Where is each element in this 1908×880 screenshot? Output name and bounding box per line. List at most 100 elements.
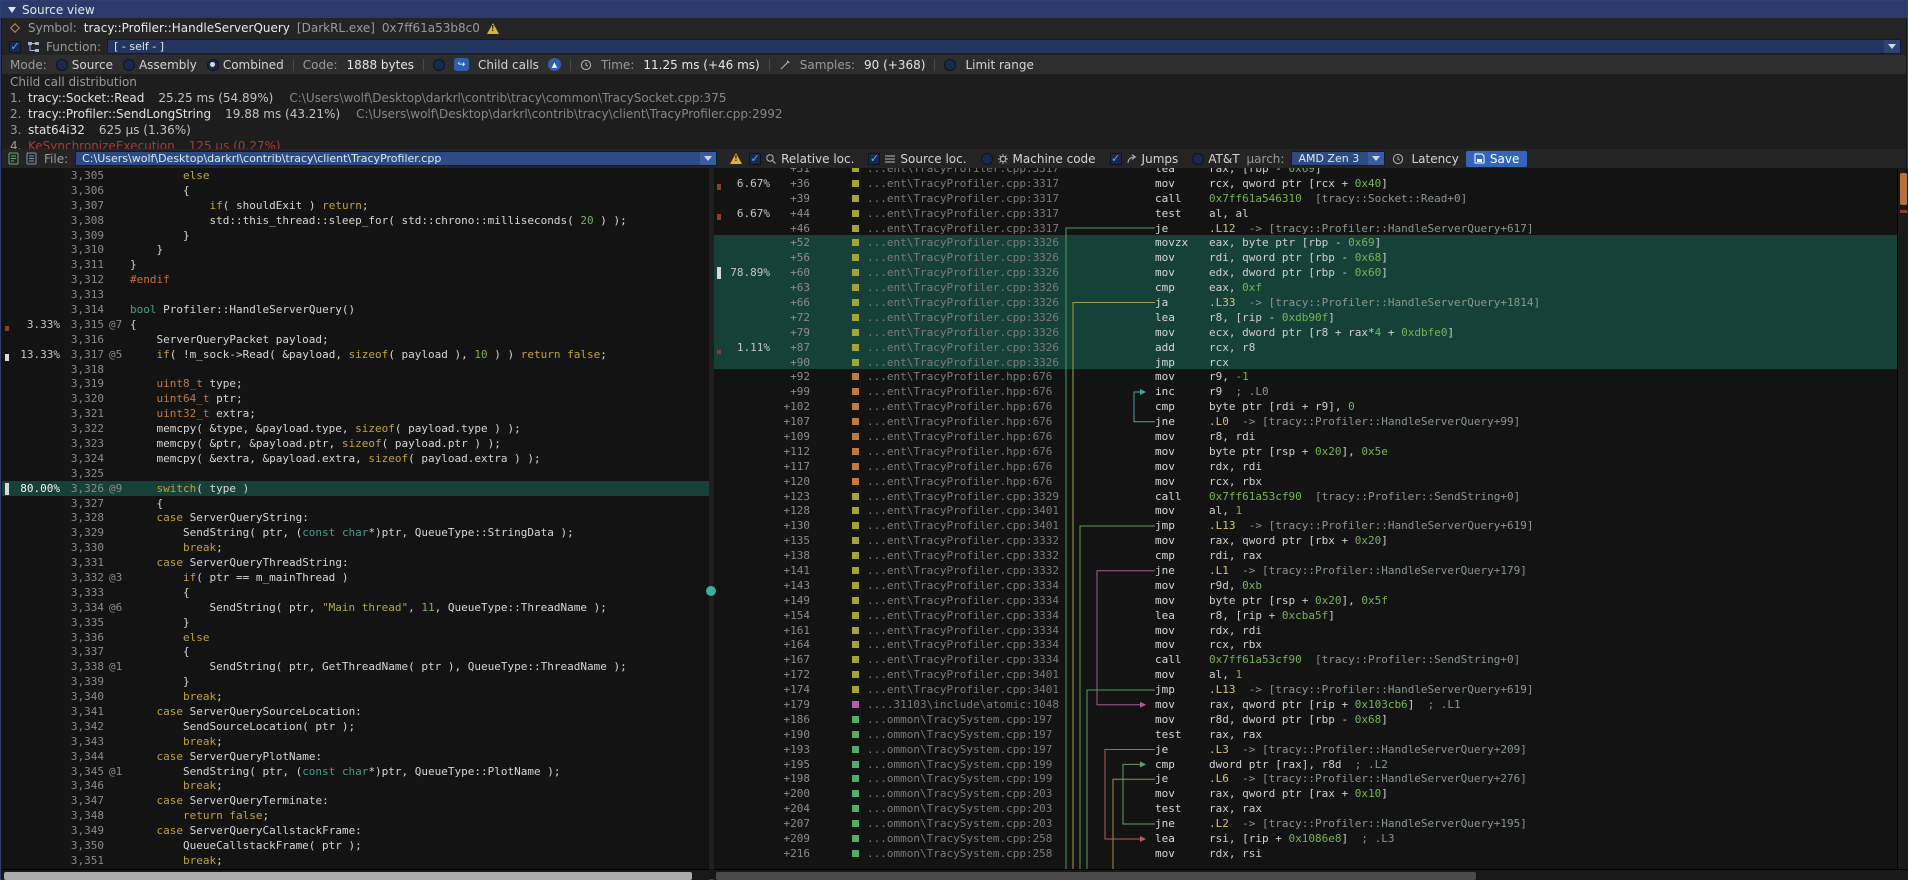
line-number[interactable]: 3,324 — [60, 452, 104, 465]
source-line[interactable]: 3,327 { — [2, 496, 709, 511]
source-line[interactable]: 3,333 { — [2, 585, 709, 600]
asm-offset[interactable]: +167 — [770, 653, 810, 666]
mode-option-source[interactable]: Source — [56, 58, 113, 72]
asm-source-location[interactable]: ...ent\TracyProfiler.cpp:3326 — [867, 356, 1063, 369]
asm-source-location[interactable]: ...ommon\TracySystem.cpp:197 — [867, 728, 1063, 741]
line-number[interactable]: 3,340 — [60, 690, 104, 703]
line-number[interactable]: 3,330 — [60, 541, 104, 554]
asm-row[interactable]: +195...ommon\TracySystem.cpp:199cmpdword… — [714, 757, 1897, 772]
asm-source-location[interactable]: ...ommon\TracySystem.cpp:258 — [867, 832, 1063, 845]
asm-source-location[interactable]: ...ent\TracyProfiler.hpp:676 — [867, 430, 1063, 443]
mode-option-combined[interactable]: Combined — [207, 58, 284, 72]
line-number[interactable]: 3,307 — [60, 199, 104, 212]
source-line[interactable]: 3,347 case ServerQueryTerminate: — [2, 793, 709, 808]
asm-row[interactable]: +99...ent\TracyProfiler.hpp:676incr9 ; .… — [714, 384, 1897, 399]
source-line[interactable]: 3,338@1 SendString( ptr, GetThreadName( … — [2, 659, 709, 674]
source-line[interactable]: 3,351 break; — [2, 853, 709, 868]
asm-source-location[interactable]: ...ent\TracyProfiler.cpp:3401 — [867, 519, 1063, 532]
asm-row[interactable]: +164...ent\TracyProfiler.cpp:3334movrcx,… — [714, 638, 1897, 653]
asm-row[interactable]: +128...ent\TracyProfiler.cpp:3401moval, … — [714, 503, 1897, 518]
radio-icon[interactable] — [56, 59, 68, 71]
asm-offset[interactable]: +186 — [770, 713, 810, 726]
line-number[interactable]: 3,350 — [60, 839, 104, 852]
source-line[interactable]: 3,328 case ServerQueryString: — [2, 510, 709, 525]
asm-offset[interactable]: +117 — [770, 460, 810, 473]
asm-offset[interactable]: +102 — [770, 400, 810, 413]
collapse-icon[interactable] — [8, 7, 16, 13]
asm-source-location[interactable]: ...ommon\TracySystem.cpp:197 — [867, 743, 1063, 756]
asm-row[interactable]: +204...ommon\TracySystem.cpp:203testrax,… — [714, 801, 1897, 816]
asm-offset[interactable]: +120 — [770, 475, 810, 488]
radio-icon[interactable] — [123, 59, 135, 71]
asm-offset[interactable]: +44 — [770, 207, 810, 220]
line-number[interactable]: 3,344 — [60, 750, 104, 763]
line-number[interactable]: 3,342 — [60, 720, 104, 733]
source-line[interactable]: 3,306 { — [2, 183, 709, 198]
source-line[interactable]: 3,337 { — [2, 645, 709, 660]
asm-source-location[interactable]: ...ent\TracyProfiler.cpp:3334 — [867, 653, 1063, 666]
asm-offset[interactable]: +190 — [770, 728, 810, 741]
asm-row[interactable]: +198...ommon\TracySystem.cpp:199je.L6 ->… — [714, 772, 1897, 787]
asm-source-location[interactable]: ...ent\TracyProfiler.cpp:3329 — [867, 490, 1063, 503]
line-number[interactable]: 3,310 — [60, 243, 104, 256]
asm-source-location[interactable]: ...ent\TracyProfiler.cpp:3401 — [867, 504, 1063, 517]
scrollbar-thumb[interactable] — [1900, 173, 1907, 205]
asm-offset[interactable]: +123 — [770, 490, 810, 503]
chevron-down-icon[interactable] — [700, 152, 716, 165]
asm-source-location[interactable]: ...ommon\TracySystem.cpp:203 — [867, 787, 1063, 800]
asm-offset[interactable]: +87 — [770, 341, 810, 354]
source-line[interactable]: 3,309 } — [2, 228, 709, 243]
line-number[interactable]: 3,314 — [60, 303, 104, 316]
asm-offset[interactable]: +90 — [770, 356, 810, 369]
asm-offset[interactable]: +109 — [770, 430, 810, 443]
asm-row[interactable]: +143...ent\TracyProfiler.cpp:3334movr9d,… — [714, 578, 1897, 593]
asm-row[interactable]: 6.67%+36...ent\TracyProfiler.cpp:3317mov… — [714, 176, 1897, 191]
child-calls-label[interactable]: Child calls — [478, 58, 539, 72]
asm-source-location[interactable]: ...ommon\TracySystem.cpp:203 — [867, 802, 1063, 815]
checkbox-icon[interactable] — [981, 153, 993, 165]
asm-offset[interactable]: +52 — [770, 236, 810, 249]
asm-offset[interactable]: +174 — [770, 683, 810, 696]
source-pane[interactable]: 3,305 else3,306 {3,307 if( shouldExit ) … — [2, 168, 709, 869]
child-call-item[interactable]: 3.stat64i32625 μs (1.36%) — [2, 122, 1906, 138]
asm-source-location[interactable]: ...ent\TracyProfiler.cpp:3317 — [867, 192, 1063, 205]
asm-row[interactable]: +141...ent\TracyProfiler.cpp:3332jne.L1 … — [714, 563, 1897, 578]
function-combo[interactable]: [ - self - ] — [107, 39, 1901, 54]
asm-row[interactable]: 1.11%+87...ent\TracyProfiler.cpp:3326add… — [714, 340, 1897, 355]
source-line[interactable]: 3,322 memcpy( &type, &payload.type, size… — [2, 421, 709, 436]
source-file-icon[interactable] — [8, 152, 19, 165]
asm-source-location[interactable]: ...ommon\TracySystem.cpp:199 — [867, 758, 1063, 771]
asm-source-location[interactable]: ...ent\TracyProfiler.cpp:3334 — [867, 609, 1063, 622]
line-number[interactable]: 3,343 — [60, 735, 104, 748]
asm-offset[interactable]: +128 — [770, 504, 810, 517]
line-number[interactable]: 3,309 — [60, 229, 104, 242]
asm-offset[interactable]: +39 — [770, 192, 810, 205]
asm-offset[interactable]: +31 — [770, 168, 810, 175]
checkbox-icon[interactable] — [749, 153, 761, 165]
scrollbar-thumb[interactable] — [716, 872, 1476, 880]
source-line[interactable]: 3,340 break; — [2, 689, 709, 704]
asm-source-location[interactable]: ...ent\TracyProfiler.cpp:3326 — [867, 236, 1063, 249]
radio-icon[interactable] — [207, 59, 219, 71]
asm-source-location[interactable]: ...ommon\TracySystem.cpp:258 — [867, 847, 1063, 860]
asm-source-location[interactable]: ...ent\TracyProfiler.cpp:3334 — [867, 624, 1063, 637]
asm-row[interactable]: +154...ent\TracyProfiler.cpp:3334lear8, … — [714, 608, 1897, 623]
asm-row[interactable]: +193...ommon\TracySystem.cpp:197je.L3 ->… — [714, 742, 1897, 757]
asm-source-location[interactable]: ...ent\TracyProfiler.cpp:3326 — [867, 326, 1063, 339]
line-number[interactable]: 3,318 — [60, 363, 104, 376]
asm-row[interactable]: +200...ommon\TracySystem.cpp:203movrax, … — [714, 786, 1897, 801]
asm-row[interactable]: +138...ent\TracyProfiler.cpp:3332cmprdi,… — [714, 548, 1897, 563]
line-number[interactable]: 3,317 — [60, 348, 104, 361]
asm-row[interactable]: +117...ent\TracyProfiler.hpp:676movrdx, … — [714, 459, 1897, 474]
line-number[interactable]: 3,335 — [60, 616, 104, 629]
asm-source-location[interactable]: ...ent\TracyProfiler.cpp:3317 — [867, 177, 1063, 190]
asm-row[interactable]: +107...ent\TracyProfiler.hpp:676jne.L0 -… — [714, 414, 1897, 429]
line-number[interactable]: 3,339 — [60, 675, 104, 688]
line-number[interactable]: 3,332 — [60, 571, 104, 584]
line-number[interactable]: 3,338 — [60, 660, 104, 673]
limit-range-checkbox[interactable] — [944, 59, 956, 71]
source-line[interactable]: 3,335 } — [2, 615, 709, 630]
source-line[interactable]: 3,320 uint64_t ptr; — [2, 391, 709, 406]
asm-row[interactable]: +123...ent\TracyProfiler.cpp:3329call0x7… — [714, 489, 1897, 504]
line-number[interactable]: 3,311 — [60, 258, 104, 271]
